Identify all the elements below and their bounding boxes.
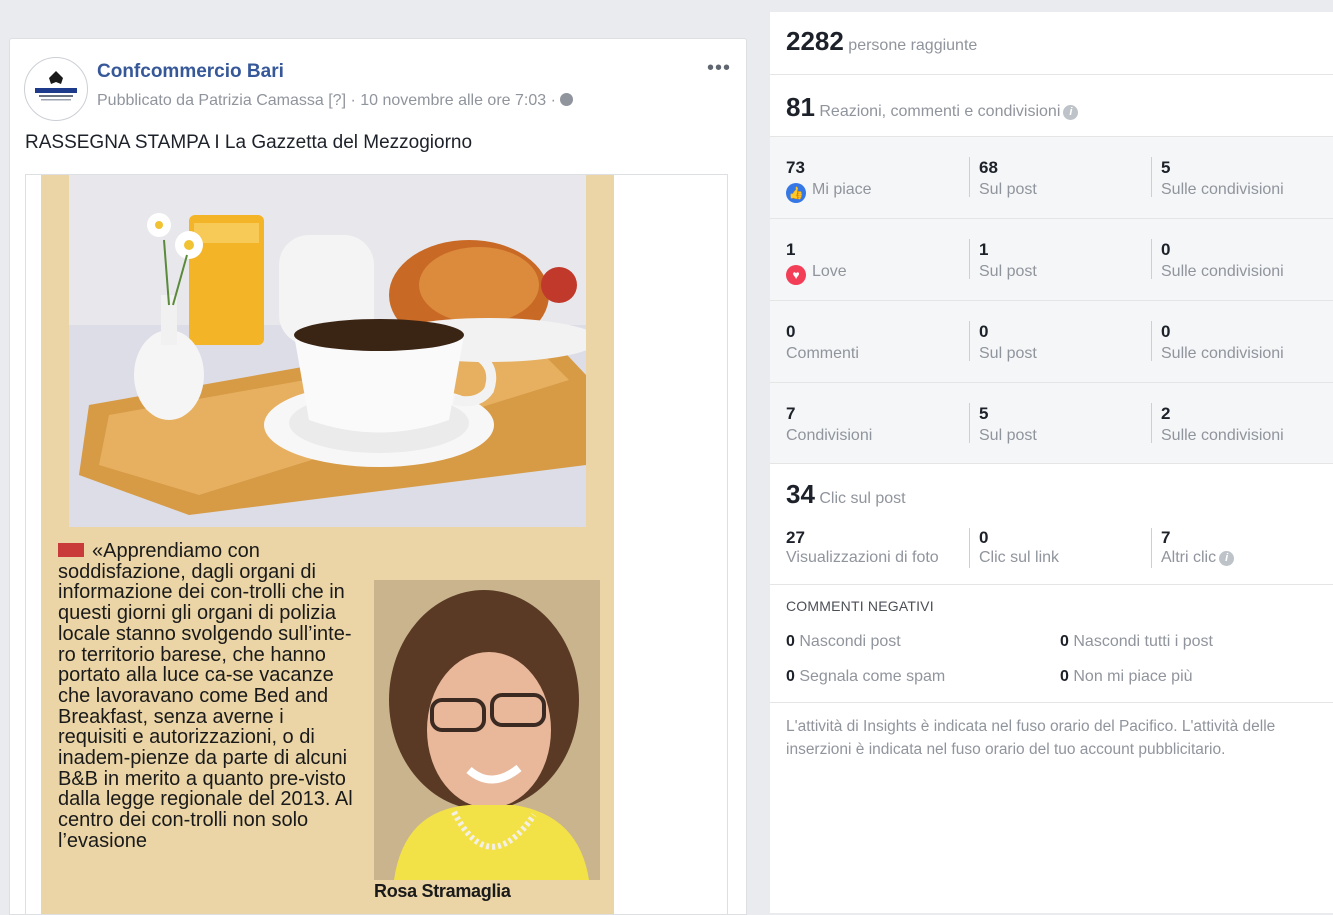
likes-label: Mi piace [812,181,872,198]
breakfast-photo [69,175,586,527]
comments-on-shares: 0 [1161,322,1171,341]
clicks-label: Clic sul post [819,490,906,507]
insights-panel: 2282 persone raggiunte 81 Reazioni, comm… [770,12,1333,913]
shares-on-shares-label: Sulle condivisioni [1161,427,1284,444]
engagement-row: 81 Reazioni, commenti e condivisioni i [770,75,1333,137]
reach-row: 2282 persone raggiunte [770,12,1333,75]
post-text: RASSEGNA STAMPA I La Gazzetta del Mezzog… [25,132,473,153]
photo-views-label: Visualizzazioni di foto [786,549,939,566]
comments-on-post-label: Sul post [979,345,1037,362]
shares-on-post-label: Sul post [979,427,1037,444]
shares-total: 7 [786,404,796,423]
page-name-link[interactable]: Confcommercio Bari [97,61,284,83]
divider [1151,239,1152,279]
other-clicks-label: Altri clic [1161,549,1217,566]
shares-label: Condivisioni [786,427,873,444]
comments-label: Commenti [786,345,859,362]
unlike-page-stat: 0 Non mi piace più [1060,668,1193,685]
divider [1151,157,1152,197]
report-spam-stat: 0 Segnala come spam [786,668,946,685]
post-image[interactable]: «Apprendiamo con soddisfazione, dagli or… [25,174,728,914]
likes-on-post: 68 [979,158,998,177]
hide-all-posts-stat: 0 Nascondi tutti i post [1060,633,1213,650]
likes-row: 73 👍 Mi piace 68 Sul post 5 Sulle condivi… [770,137,1333,219]
likes-total: 73 [786,158,805,177]
info-icon[interactable]: i [1219,551,1235,566]
divider [969,403,970,443]
engagement-value: 81 [786,92,815,122]
likes-on-shares-label: Sulle condivisioni [1161,181,1284,198]
byline-text: Pubblicato da Patrizia Camassa [?] · 10 … [97,92,556,109]
divider [969,157,970,197]
negative-feedback-title: COMMENTI NEGATIVI [786,598,934,614]
love-label: Love [812,263,847,280]
link-clicks-label: Clic sul link [979,549,1060,566]
divider [1151,403,1152,443]
like-icon: 👍 [786,183,806,203]
post-card: Confcommercio Bari Pubblicato da Patrizi… [9,38,747,915]
shares-on-shares: 2 [1161,404,1171,423]
red-marker-icon [58,543,84,557]
confcommercio-logo-icon [26,59,86,119]
timezone-footnote: L'attività di Insights è indicata nel fu… [786,718,1276,758]
breakfast-tray-image [69,175,586,527]
newspaper-clipping: «Apprendiamo con soddisfazione, dagli or… [41,175,614,914]
love-on-post-label: Sul post [979,263,1037,280]
divider [1151,528,1152,568]
love-icon: ♥ [786,265,806,285]
shares-row: 7 Condivisioni 5 Sul post 2 Sulle condiv… [770,383,1333,464]
portrait-photo [374,580,600,880]
info-icon[interactable]: i [1063,105,1079,120]
love-row: 1 ♥ Love 1 Sul post 0 Sulle condivisioni [770,219,1333,301]
more-options-button[interactable]: ••• [707,57,731,80]
comments-on-post: 0 [979,322,989,341]
love-on-shares: 0 [1161,240,1171,259]
link-clicks-value: 0 [979,528,989,547]
reach-value: 2282 [786,26,844,56]
portrait-caption: Rosa Stramaglia [374,881,511,901]
comments-row: 0 Commenti 0 Sul post 0 Sulle condivisio… [770,301,1333,383]
love-on-shares-label: Sulle condivisioni [1161,263,1284,280]
portrait-image [374,580,600,880]
comments-total: 0 [786,322,796,341]
other-clicks-value: 7 [1161,528,1171,547]
divider [969,321,970,361]
photo-views-value: 27 [786,528,805,547]
love-on-post: 1 [979,240,989,259]
comments-on-shares-label: Sulle condivisioni [1161,345,1284,362]
love-total: 1 [786,240,796,259]
post-byline: Pubblicato da Patrizia Camassa [?] · 10 … [97,92,573,110]
clicks-row: 34 Clic sul post 27 Visualizzazioni di f… [770,464,1333,585]
reach-label: persone raggiunte [848,37,978,54]
clicks-value: 34 [786,479,815,509]
article-quote-text: «Apprendiamo con soddisfazione, dagli or… [58,540,353,852]
top-strip [0,0,1333,12]
likes-on-shares: 5 [1161,158,1171,177]
likes-on-post-label: Sul post [979,181,1037,198]
divider [1151,321,1152,361]
divider [969,528,970,568]
article-quote: «Apprendiamo con soddisfazione, dagli or… [58,541,358,852]
engagement-label: Reazioni, commenti e condivisioni [819,103,1061,120]
page-avatar[interactable] [24,57,88,121]
globe-icon[interactable] [559,93,573,106]
divider [969,239,970,279]
shares-on-post: 5 [979,404,989,423]
hide-post-stat: 0 Nascondi post [786,633,901,650]
